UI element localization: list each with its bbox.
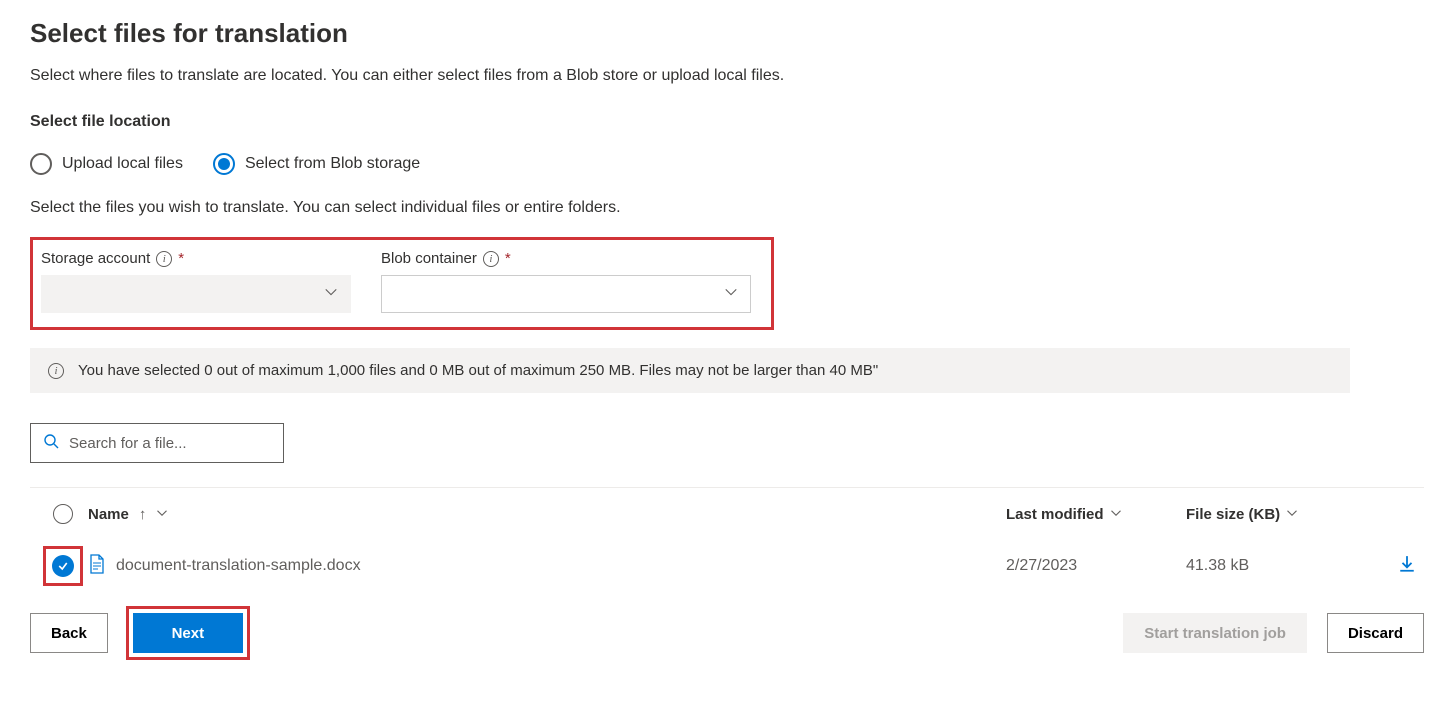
table-header-row: Name ↑ Last modified File size (KB) <box>30 488 1424 540</box>
radio-blob-storage[interactable]: Select from Blob storage <box>213 153 420 175</box>
back-button[interactable]: Back <box>30 613 108 653</box>
chevron-down-icon <box>1110 506 1122 523</box>
column-name-label: Name <box>88 506 129 523</box>
select-all-checkbox[interactable] <box>38 504 88 524</box>
storage-account-label-row: Storage account i * <box>41 250 351 267</box>
chevron-down-icon <box>724 285 738 303</box>
info-bar-text: You have selected 0 out of maximum 1,000… <box>78 362 878 379</box>
search-input[interactable]: Search for a file... <box>30 423 284 463</box>
section-label-file-location: Select file location <box>30 113 1424 131</box>
column-header-name[interactable]: Name ↑ <box>88 506 1006 523</box>
chevron-down-icon <box>1286 506 1298 523</box>
radio-upload-local[interactable]: Upload local files <box>30 153 183 175</box>
download-icon[interactable] <box>1398 560 1416 577</box>
required-asterisk: * <box>178 250 184 267</box>
info-icon[interactable]: i <box>156 251 172 267</box>
sort-up-icon: ↑ <box>139 506 147 523</box>
blob-container-label: Blob container <box>381 250 477 267</box>
chevron-down-icon <box>324 285 338 303</box>
radio-checked-icon <box>213 153 235 175</box>
column-header-modified[interactable]: Last modified <box>1006 506 1186 523</box>
radio-unchecked-icon <box>30 153 52 175</box>
next-button[interactable]: Next <box>133 613 243 653</box>
file-last-modified: 2/27/2023 <box>1006 557 1186 575</box>
next-button-highlight: Next <box>126 606 250 660</box>
blob-container-dropdown[interactable] <box>381 275 751 313</box>
column-modified-label: Last modified <box>1006 506 1104 523</box>
column-size-label: File size (KB) <box>1186 506 1280 523</box>
blob-container-field: Blob container i * <box>381 250 751 313</box>
discard-button[interactable]: Discard <box>1327 613 1424 653</box>
blob-container-label-row: Blob container i * <box>381 250 751 267</box>
row-checkbox-highlight <box>43 546 83 586</box>
info-icon: i <box>48 363 64 379</box>
page-title: Select files for translation <box>30 18 1424 49</box>
column-header-size[interactable]: File size (KB) <box>1186 506 1376 523</box>
storage-account-label: Storage account <box>41 250 150 267</box>
radio-blob-label: Select from Blob storage <box>245 155 420 173</box>
table-row[interactable]: document-translation-sample.docx 2/27/20… <box>30 540 1424 592</box>
search-icon <box>43 433 59 453</box>
row-checkbox-checked[interactable] <box>52 555 74 577</box>
storage-account-field: Storage account i * <box>41 250 351 313</box>
document-icon <box>88 554 106 578</box>
required-asterisk: * <box>505 250 511 267</box>
selection-info-bar: i You have selected 0 out of maximum 1,0… <box>30 348 1350 393</box>
page-subtitle: Select where files to translate are loca… <box>30 67 1424 85</box>
file-table: Name ↑ Last modified File size (KB) <box>30 487 1424 592</box>
start-translation-button: Start translation job <box>1123 613 1307 653</box>
radio-upload-label: Upload local files <box>62 155 183 173</box>
storage-account-dropdown[interactable] <box>41 275 351 313</box>
help-text: Select the files you wish to translate. … <box>30 199 1424 217</box>
file-location-radio-group: Upload local files Select from Blob stor… <box>30 153 1424 175</box>
footer-bar: Back Next Start translation job Discard <box>30 592 1424 660</box>
file-name: document-translation-sample.docx <box>116 557 361 575</box>
chevron-down-icon <box>156 506 168 523</box>
search-placeholder: Search for a file... <box>69 435 187 452</box>
info-icon[interactable]: i <box>483 251 499 267</box>
circle-unchecked-icon <box>53 504 73 524</box>
file-size: 41.38 kB <box>1186 557 1376 575</box>
storage-fields-highlight: Storage account i * Blob container i * <box>30 237 774 330</box>
